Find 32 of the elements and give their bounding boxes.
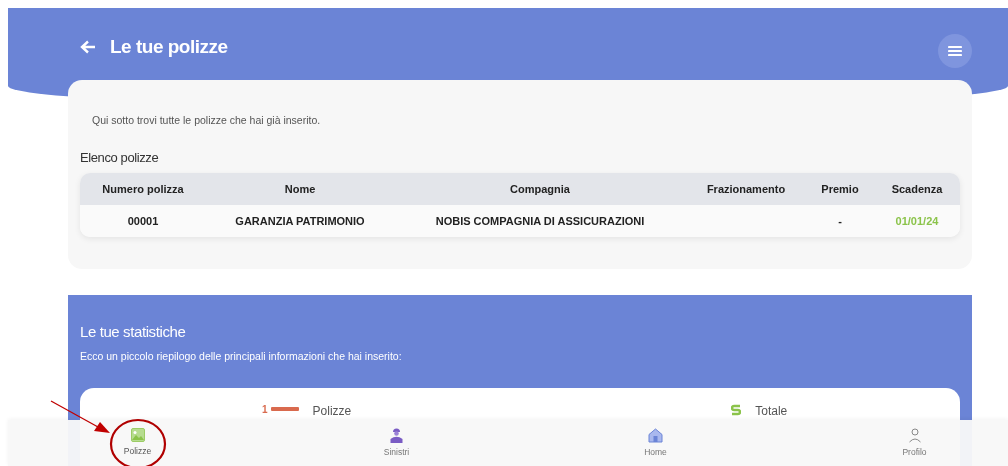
image-icon — [130, 428, 145, 442]
column-header: Compagnia — [509, 183, 571, 195]
nav-item[interactable]: Profilo — [785, 420, 1008, 466]
table-cell-text: GARANZIA PATRIMONIO — [234, 215, 366, 227]
column-header: Frazionamento — [705, 183, 787, 195]
stat-label: Totale — [755, 404, 788, 418]
menu-button[interactable] — [938, 34, 972, 68]
back-arrow-icon[interactable] — [80, 40, 96, 54]
bar-icon — [270, 407, 299, 412]
stats-title: Le tue statistiche — [80, 323, 187, 340]
column-header: Scadenza — [890, 183, 944, 195]
table-cell-text: 01/01/24 — [894, 215, 940, 227]
column-header: Nome — [283, 183, 317, 195]
stat-count: 1 — [262, 404, 268, 415]
dollar-icon — [731, 404, 742, 416]
list-title: Elenco polizze — [80, 150, 160, 165]
annotation-arrow — [50, 400, 110, 433]
table-cell-text: - — [837, 215, 843, 227]
worker-icon — [390, 428, 403, 443]
nav-item[interactable]: Home — [526, 420, 785, 466]
table-cell-text: NOBIS COMPAGNIA DI ASSICURAZIONI — [434, 215, 646, 227]
nav-item[interactable]: Sinistri — [267, 420, 526, 466]
table-cell-text: 00001 — [126, 215, 160, 227]
page-title: Le tue polizze — [110, 36, 228, 58]
stats-subtitle: Ecco un piccolo riepilogo delle principali informazioni che hai inserito: — [80, 350, 403, 362]
user-icon — [907, 428, 922, 443]
stat-label: Polizze — [312, 404, 352, 418]
menu-icon — [948, 45, 962, 57]
column-header: Numero polizza — [101, 183, 185, 195]
column-header: Premio — [820, 183, 860, 195]
intro-text: Qui sotto trovi tutte le polizze che hai già inserito. — [92, 114, 322, 126]
house-icon — [648, 428, 663, 443]
